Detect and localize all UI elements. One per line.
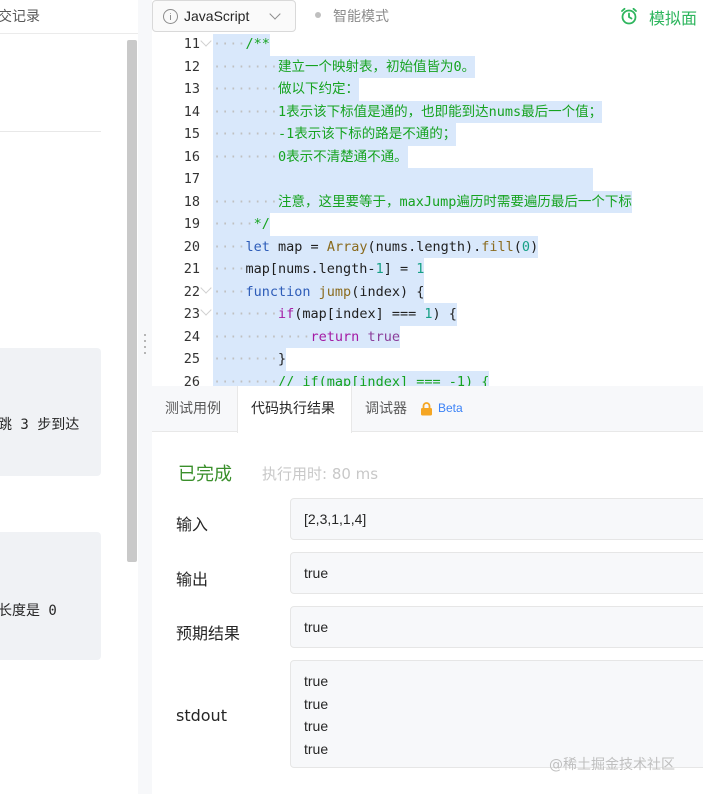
- code-line: ········1表示该下标值是通的，也即能到达nums最后一个值；: [213, 100, 603, 123]
- left-scrollbar[interactable]: [127, 40, 137, 562]
- fold-chevron-icon[interactable]: [200, 282, 212, 294]
- line-number: 17: [183, 171, 200, 187]
- code-line: ········做以下约定：: [213, 78, 360, 101]
- output-value-box: true: [290, 552, 703, 594]
- code-line: ········// if(map[index] === -1) {: [213, 370, 490, 387]
- result-panel: 测试用例 代码执行结果 调试器 Beta 已完成 执行用时: 80 ms 输入 …: [152, 386, 703, 794]
- code-line: ········-1表示该下标的路是不通的；: [213, 123, 457, 146]
- line-number: 11: [183, 36, 200, 52]
- problem-description-pane: 交记录 跳 3 步到达 长度是 0: [0, 0, 138, 794]
- output-value: true: [304, 565, 329, 581]
- line-number: 15: [183, 126, 200, 142]
- code-line: ········建立一个映射表，初始值皆为0。: [213, 55, 476, 78]
- fold-chevron-icon[interactable]: [200, 35, 212, 47]
- code-text: 注意，这里要等于，maxJump遍历时需要遍历最后一个下标: [278, 193, 632, 210]
- line-number: 13: [183, 81, 200, 97]
- pane-splitter[interactable]: [138, 0, 152, 794]
- tab-debugger[interactable]: 调试器: [365, 386, 407, 432]
- line-number-gutter: 11 12 13 14 15 16 17 18 19 20 21 22 23 2…: [152, 34, 212, 386]
- input-value-box: [2,3,1,1,4]: [290, 498, 703, 540]
- code-line: [213, 168, 593, 191]
- example-2-explanation: 长度是 0: [0, 603, 57, 619]
- language-select[interactable]: JavaScript: [152, 0, 296, 32]
- line-number: 14: [183, 103, 200, 120]
- tab-submission-records[interactable]: 交记录: [0, 6, 40, 26]
- line-number: 19: [183, 216, 200, 232]
- line-number: 12: [183, 58, 200, 75]
- expected-label: 预期结果: [176, 624, 241, 643]
- alarm-clock-icon: [621, 7, 637, 25]
- example-block-1: 跳 3 步到达: [0, 348, 101, 476]
- chevron-down-icon: [269, 8, 281, 20]
- lock-icon: [421, 402, 432, 416]
- code-text: 1表示该下标值是通的，也即能到达nums最后一个值；: [278, 103, 603, 120]
- expected-value-box: true: [290, 606, 703, 648]
- left-tab-bar: 交记录: [0, 0, 138, 34]
- code-text: -1表示该下标的路是不通的；: [278, 126, 457, 142]
- line-number: 16: [183, 148, 200, 165]
- smart-mode-dot-icon: [315, 12, 321, 18]
- line-number: 26: [183, 373, 200, 387]
- code-text: 建立一个映射表，初始值皆为0。: [278, 58, 476, 75]
- code-line: ····let map = Array(nums.length).fill(0): [213, 235, 539, 258]
- code-line: ·····*/: [213, 213, 270, 236]
- code-line: ········}: [213, 348, 287, 371]
- line-number: 20: [183, 238, 200, 255]
- line-number: 18: [183, 193, 200, 210]
- watermark: @稀土掘金技术社区: [549, 757, 675, 773]
- language-label: JavaScript: [184, 8, 250, 24]
- code-text: // if(map[index] === -1) {: [278, 373, 490, 387]
- code-line: ········注意，这里要等于，maxJump遍历时需要遍历最后一个下标: [213, 190, 632, 213]
- output-label: 输出: [176, 570, 209, 589]
- mock-interview-button[interactable]: 模拟面: [649, 5, 697, 29]
- code-line: ········if(map[index] === 1) {: [213, 303, 457, 326]
- stdout-line: true: [304, 695, 329, 712]
- tab-run-result[interactable]: 代码执行结果: [237, 386, 352, 433]
- stdout-box: true true true true: [290, 660, 703, 768]
- line-number: 25: [183, 351, 200, 367]
- example-1-explanation: 跳 3 步到达: [0, 417, 80, 433]
- input-label: 输入: [176, 515, 209, 534]
- code-line: ····function jump(index) {: [213, 280, 425, 303]
- run-status: 已完成: [178, 464, 232, 485]
- code-area[interactable]: ····/** ········建立一个映射表，初始值皆为0。 ········…: [213, 34, 703, 386]
- code-line: ····/**: [213, 34, 270, 56]
- beta-badge: Beta: [438, 401, 463, 415]
- code-line: ············return true: [213, 325, 400, 348]
- divider: [0, 131, 101, 132]
- splitter-grip-icon[interactable]: [144, 332, 146, 356]
- stdout-label: stdout: [176, 706, 227, 725]
- stdout-line: true: [304, 718, 329, 734]
- input-value: [2,3,1,1,4]: [304, 511, 367, 527]
- code-editor[interactable]: 11 12 13 14 15 16 17 18 19 20 21 22 23 2…: [152, 34, 703, 386]
- code-text: /**: [245, 36, 270, 52]
- fold-chevron-icon[interactable]: [200, 304, 212, 316]
- editor-toolbar: JavaScript 智能模式 模拟面: [152, 0, 703, 34]
- runtime-label: 执行用时: 80 ms: [262, 465, 379, 483]
- example-block-2: 长度是 0: [0, 532, 101, 660]
- stdout-line: true: [304, 673, 329, 689]
- code-line: ····map[nums.length-1] = 1: [213, 258, 425, 281]
- expected-value: true: [304, 619, 329, 635]
- code-text: 做以下约定：: [278, 81, 360, 97]
- info-icon[interactable]: [163, 9, 178, 24]
- line-number: 23: [183, 306, 200, 322]
- smart-mode-toggle[interactable]: 智能模式: [333, 6, 389, 26]
- code-line: ········0表示不清楚通不通。: [213, 145, 408, 168]
- code-text: */: [253, 216, 270, 232]
- result-tabs: 测试用例 代码执行结果 调试器 Beta: [152, 386, 703, 433]
- tab-testcase[interactable]: 测试用例: [165, 386, 221, 432]
- line-number: 22: [183, 283, 200, 300]
- code-text: 0表示不清楚通不通。: [278, 148, 408, 165]
- line-number: 21: [183, 261, 200, 277]
- line-number: 24: [183, 328, 200, 345]
